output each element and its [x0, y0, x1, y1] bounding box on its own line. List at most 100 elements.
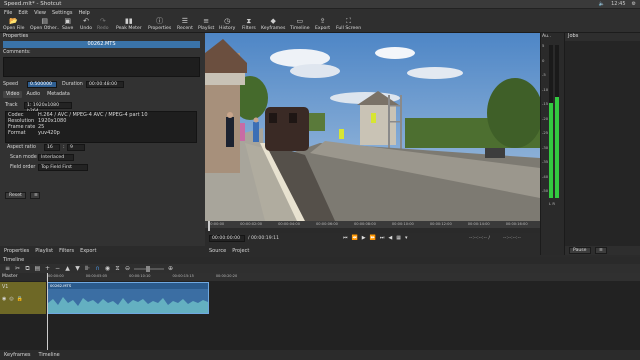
filters-button[interactable]: ⧗ Filters	[242, 16, 256, 33]
menu-view[interactable]: View	[34, 10, 46, 16]
timeline-tracks[interactable]: Master 00:00:00 00:00:05:05 00:00:10:10 00:…	[0, 273, 640, 350]
open-file-button[interactable]: 📂 Open File	[3, 16, 24, 33]
snap-icon[interactable]: ∩	[94, 265, 101, 272]
zoom-slider-handle[interactable]	[146, 265, 150, 272]
menu-button[interactable]: ≡	[30, 192, 40, 199]
tab-filters[interactable]: Filters	[59, 248, 74, 254]
duration-label: Duration	[62, 82, 83, 87]
paste-icon[interactable]: ▤	[34, 265, 41, 272]
comments-label: Comments:	[3, 50, 31, 55]
playlist-icon: ≡	[203, 17, 210, 25]
toolbar: 📂 Open File ▤ Open Other.. ▣ Save ↶ Undo ↷ Re…	[0, 16, 640, 33]
tab-playlist[interactable]: Playlist	[35, 248, 53, 254]
timeline-button[interactable]: ▭ Timeline	[290, 16, 310, 33]
tray: 🔈 12:45 ⚙	[599, 1, 636, 7]
timeline-toolbar: ≡ ✂ ⧉ ▤ + − ▲ ▼ ⊪ ∩ ◉ ⧖ ⊖ ⊕	[0, 264, 640, 273]
jobs-menu-button[interactable]: ≡	[595, 247, 607, 254]
menu-file[interactable]: File	[4, 10, 12, 16]
scrub-icon[interactable]: ◉	[104, 265, 111, 272]
tab-audio[interactable]: Audio	[23, 91, 43, 98]
tab-source[interactable]: Source	[209, 248, 226, 254]
duration-field[interactable]: 00:00:48:00	[86, 81, 124, 88]
tab-properties[interactable]: Properties	[4, 248, 29, 254]
jobs-list[interactable]	[565, 41, 640, 246]
redo-button[interactable]: ↷ Redo	[97, 16, 109, 33]
copy-icon[interactable]: ⧉	[24, 265, 31, 272]
speed-label: Speed	[3, 82, 19, 87]
volume-icon[interactable]: ◀	[388, 235, 392, 241]
rewind-icon[interactable]: ⏪	[352, 235, 358, 241]
play-icon[interactable]: ▶	[362, 235, 366, 241]
lift-icon[interactable]: ▲	[64, 265, 71, 272]
zoom-icon[interactable]: ▾	[405, 235, 408, 241]
open-file-icon: 📂	[9, 17, 19, 25]
field-order-select[interactable]: Top Field First	[38, 164, 88, 171]
audio-meter-label: Au..	[542, 34, 551, 39]
settings-icon[interactable]: ⚙	[632, 1, 636, 7]
timeline-ruler-labels: 00:00:00 00:00:05:05 00:00:10:10 00:00:15:1…	[48, 274, 238, 278]
keyframes-button[interactable]: ◆ Keyframes	[261, 16, 285, 33]
playlist-button[interactable]: ≡ Playlist	[198, 16, 214, 33]
save-button[interactable]: ▣ Save	[62, 16, 73, 33]
speed-spinbox[interactable]: 0.500000	[27, 81, 57, 88]
open-other-button[interactable]: ▤ Open Other..	[30, 16, 59, 33]
peak-meter-button[interactable]: ▮▮ Peak Meter	[116, 16, 142, 33]
undo-icon: ↶	[83, 17, 89, 25]
open-other-icon: ▤	[41, 17, 48, 25]
timeline-menu-icon[interactable]: ≡	[4, 265, 11, 272]
timeline-ruler[interactable]: 00:00:00 00:00:05:05 00:00:10:10 00:00:15:1…	[46, 273, 640, 281]
grid-icon[interactable]: ▦	[396, 235, 401, 241]
split-icon[interactable]: ⊪	[84, 265, 91, 272]
zoom-slider[interactable]	[134, 265, 164, 272]
audio-waveform	[48, 297, 208, 313]
timeline-title: Timeline	[3, 257, 25, 263]
fullscreen-button[interactable]: ⛶ Full Screen	[336, 16, 361, 33]
pause-button[interactable]: Pause	[569, 247, 591, 254]
comments-field[interactable]	[3, 57, 200, 77]
track-header-v1[interactable]: V1 ◉ ◎ 🔒	[0, 282, 46, 314]
position-field[interactable]: 00:00:00:00	[209, 235, 245, 242]
overwrite-icon[interactable]: ▼	[74, 265, 81, 272]
skip-next-icon[interactable]: ⏭	[380, 235, 385, 241]
zoom-out-icon[interactable]: ⊖	[124, 265, 131, 272]
skip-previous-icon[interactable]: ⏮	[343, 235, 348, 241]
history-button[interactable]: ◷ History	[219, 16, 235, 33]
fast-forward-icon[interactable]: ⏩	[370, 235, 376, 241]
export-button[interactable]: ⇪ Export	[315, 16, 330, 33]
menu-settings[interactable]: Settings	[52, 10, 73, 16]
cut-icon[interactable]: ✂	[14, 265, 21, 272]
scan-mode-select[interactable]: Interlaced	[38, 154, 74, 161]
video-viewer[interactable]	[205, 33, 540, 221]
menu-help[interactable]: Help	[78, 10, 89, 16]
zoom-in-icon[interactable]: ⊕	[167, 265, 174, 272]
remove-icon[interactable]: −	[54, 265, 61, 272]
aspect-height-field[interactable]: 9	[67, 144, 85, 151]
tab-metadata[interactable]: Metadata	[44, 91, 73, 98]
tab-project[interactable]: Project	[232, 248, 249, 254]
undo-button[interactable]: ↶ Undo	[80, 16, 92, 33]
timeline-playhead[interactable]	[47, 273, 48, 350]
mute-icon[interactable]: ◉	[2, 296, 6, 302]
lock-icon[interactable]: 🔒	[17, 296, 23, 302]
tab-keyframes[interactable]: Keyframes	[4, 352, 31, 358]
tab-timeline[interactable]: Timeline	[39, 352, 60, 358]
tab-export[interactable]: Export	[80, 248, 96, 254]
menu-edit[interactable]: Edit	[18, 10, 28, 16]
add-icon[interactable]: +	[44, 265, 51, 272]
ripple-icon[interactable]: ⧖	[114, 265, 121, 272]
timeline-clip[interactable]: 00262.MTS	[47, 282, 209, 314]
recent-icon: ☰	[181, 17, 189, 25]
timeline-icon: ▭	[296, 17, 304, 25]
save-icon: ▣	[64, 17, 71, 25]
playhead[interactable]	[208, 221, 210, 231]
volume-icon[interactable]: 🔈	[599, 1, 605, 7]
tab-video[interactable]: Video	[3, 91, 23, 98]
reset-button[interactable]: Reset	[5, 192, 26, 199]
properties-button[interactable]: ⓘ Properties	[148, 16, 171, 33]
track-select[interactable]: 1: 1920x1080 h264	[24, 102, 72, 114]
hide-icon[interactable]: ◎	[9, 296, 13, 302]
aspect-width-field[interactable]: 16	[44, 144, 60, 151]
scrub-bar[interactable]: 00:00:00 00:00:02:00 00:00:04:00 00:00:06:0…	[205, 221, 540, 233]
recent-button[interactable]: ☰ Recent	[177, 16, 193, 33]
keyframes-icon: ◆	[270, 17, 276, 25]
